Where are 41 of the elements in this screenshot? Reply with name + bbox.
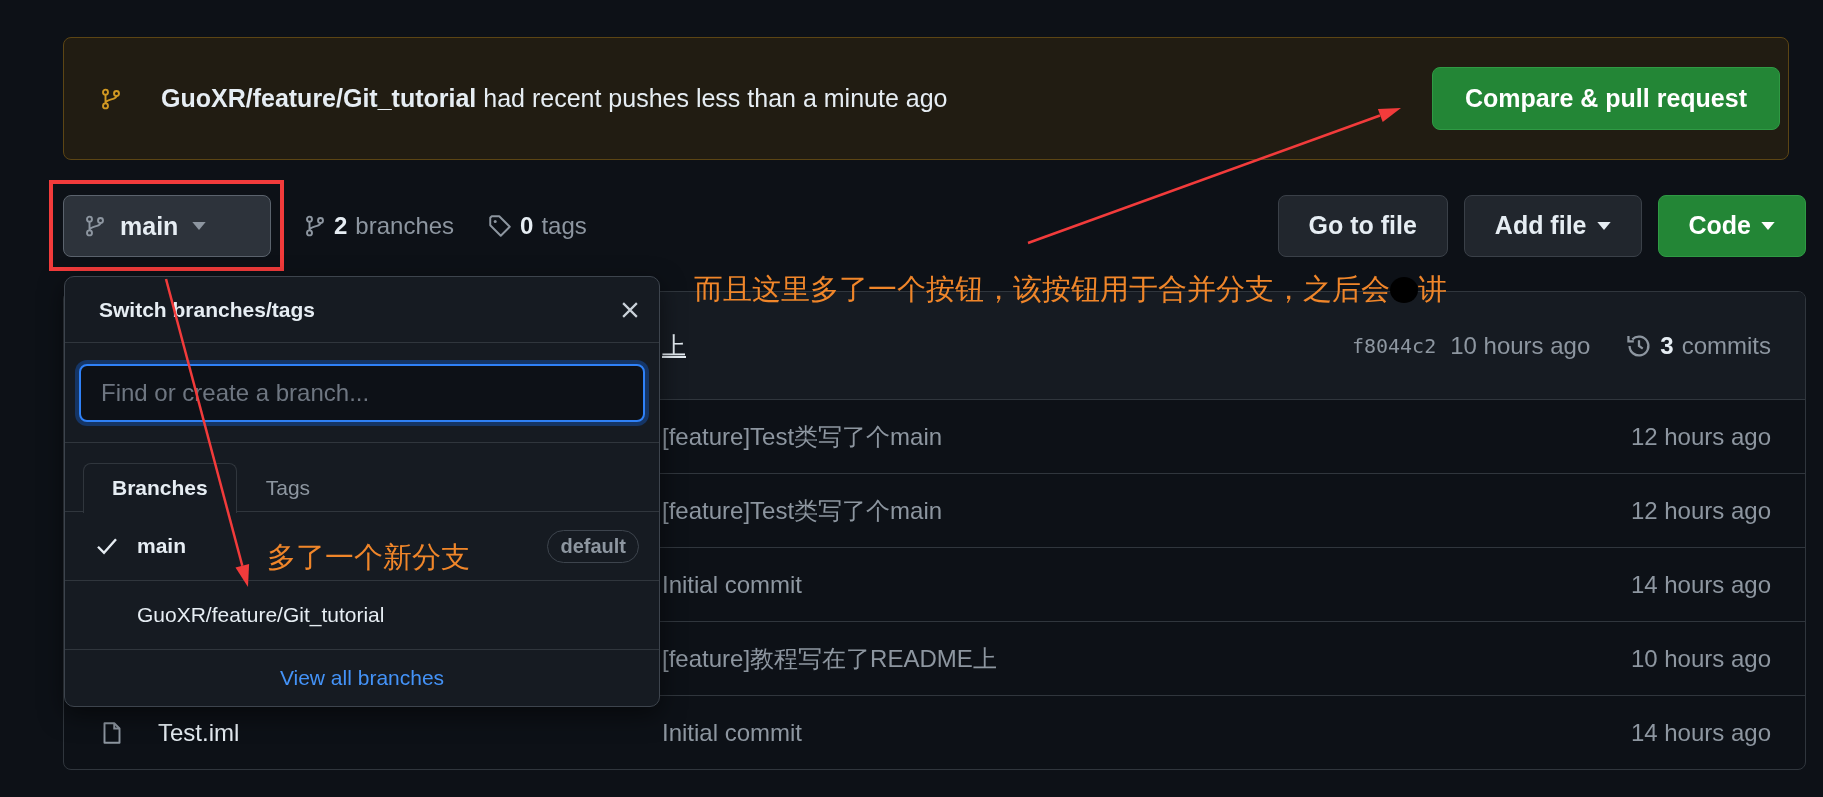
- caret-icon: [1761, 221, 1775, 230]
- commit-time: 14 hours ago: [1630, 570, 1771, 599]
- tag-icon: [488, 213, 513, 238]
- push-notice: GuoXR/feature/Git_tutorial had recent pushes less than a minute ago: [161, 84, 949, 113]
- branch-select-button[interactable]: main: [63, 195, 271, 257]
- annotation-text: 多了一个新分支: [267, 540, 470, 575]
- go-to-file-button[interactable]: Go to file: [1277, 194, 1448, 257]
- commit-time: 12 hours ago: [1630, 496, 1771, 525]
- annotation-text: 而且这里多了一个按钮，该按钮用于合并分支，之后会: [694, 272, 1390, 307]
- redaction-mark: [1390, 277, 1418, 303]
- dropdown-title: Switch branches/tags: [99, 297, 315, 322]
- branch-icon: [84, 215, 106, 237]
- commit-message-link[interactable]: [feature]Test类写了个main: [662, 494, 1631, 527]
- file-name-link[interactable]: Test.iml: [158, 718, 240, 747]
- commits-link[interactable]: 3 commits: [1626, 331, 1771, 360]
- branch-tab[interactable]: Branches: [83, 462, 237, 513]
- branch-icon: [100, 87, 122, 110]
- commit-message-link[interactable]: [feature]教程写在了README上: [662, 642, 1631, 675]
- history-icon: [1626, 332, 1653, 359]
- branch-item[interactable]: GuoXR/feature/Git_tutorial: [137, 603, 385, 627]
- branch-icon: [304, 214, 326, 237]
- caret-icon: [1596, 221, 1611, 230]
- commit-message-link[interactable]: Initial commit: [662, 570, 1631, 599]
- commit-hash[interactable]: f8044c2: [1351, 333, 1437, 358]
- commit-message-link[interactable]: Initial commit: [662, 718, 1631, 747]
- code-button[interactable]: Code: [1657, 194, 1806, 257]
- branch-item[interactable]: main: [137, 534, 186, 558]
- add-file-button[interactable]: Add file: [1463, 194, 1642, 257]
- compare-pull-request-button[interactable]: Compare & pull request: [1432, 67, 1780, 130]
- commit-message-link[interactable]: [feature]Test类写了个main: [662, 420, 1631, 453]
- commit-time: 14 hours ago: [1630, 718, 1771, 747]
- view-all-branches-link[interactable]: View all branches: [279, 666, 445, 690]
- commit-time: 10 hours ago: [1450, 331, 1591, 360]
- commit-time: 12 hours ago: [1630, 422, 1771, 451]
- branch-tab[interactable]: Tags: [236, 462, 340, 513]
- commit-message-link[interactable]: 上: [662, 329, 1352, 362]
- annotation-text: 讲: [1418, 272, 1447, 307]
- branches-link[interactable]: 2 branches: [304, 211, 455, 240]
- commit-time: 10 hours ago: [1630, 644, 1771, 673]
- caret-icon: [192, 222, 207, 230]
- tags-link[interactable]: 0 tags: [488, 211, 587, 240]
